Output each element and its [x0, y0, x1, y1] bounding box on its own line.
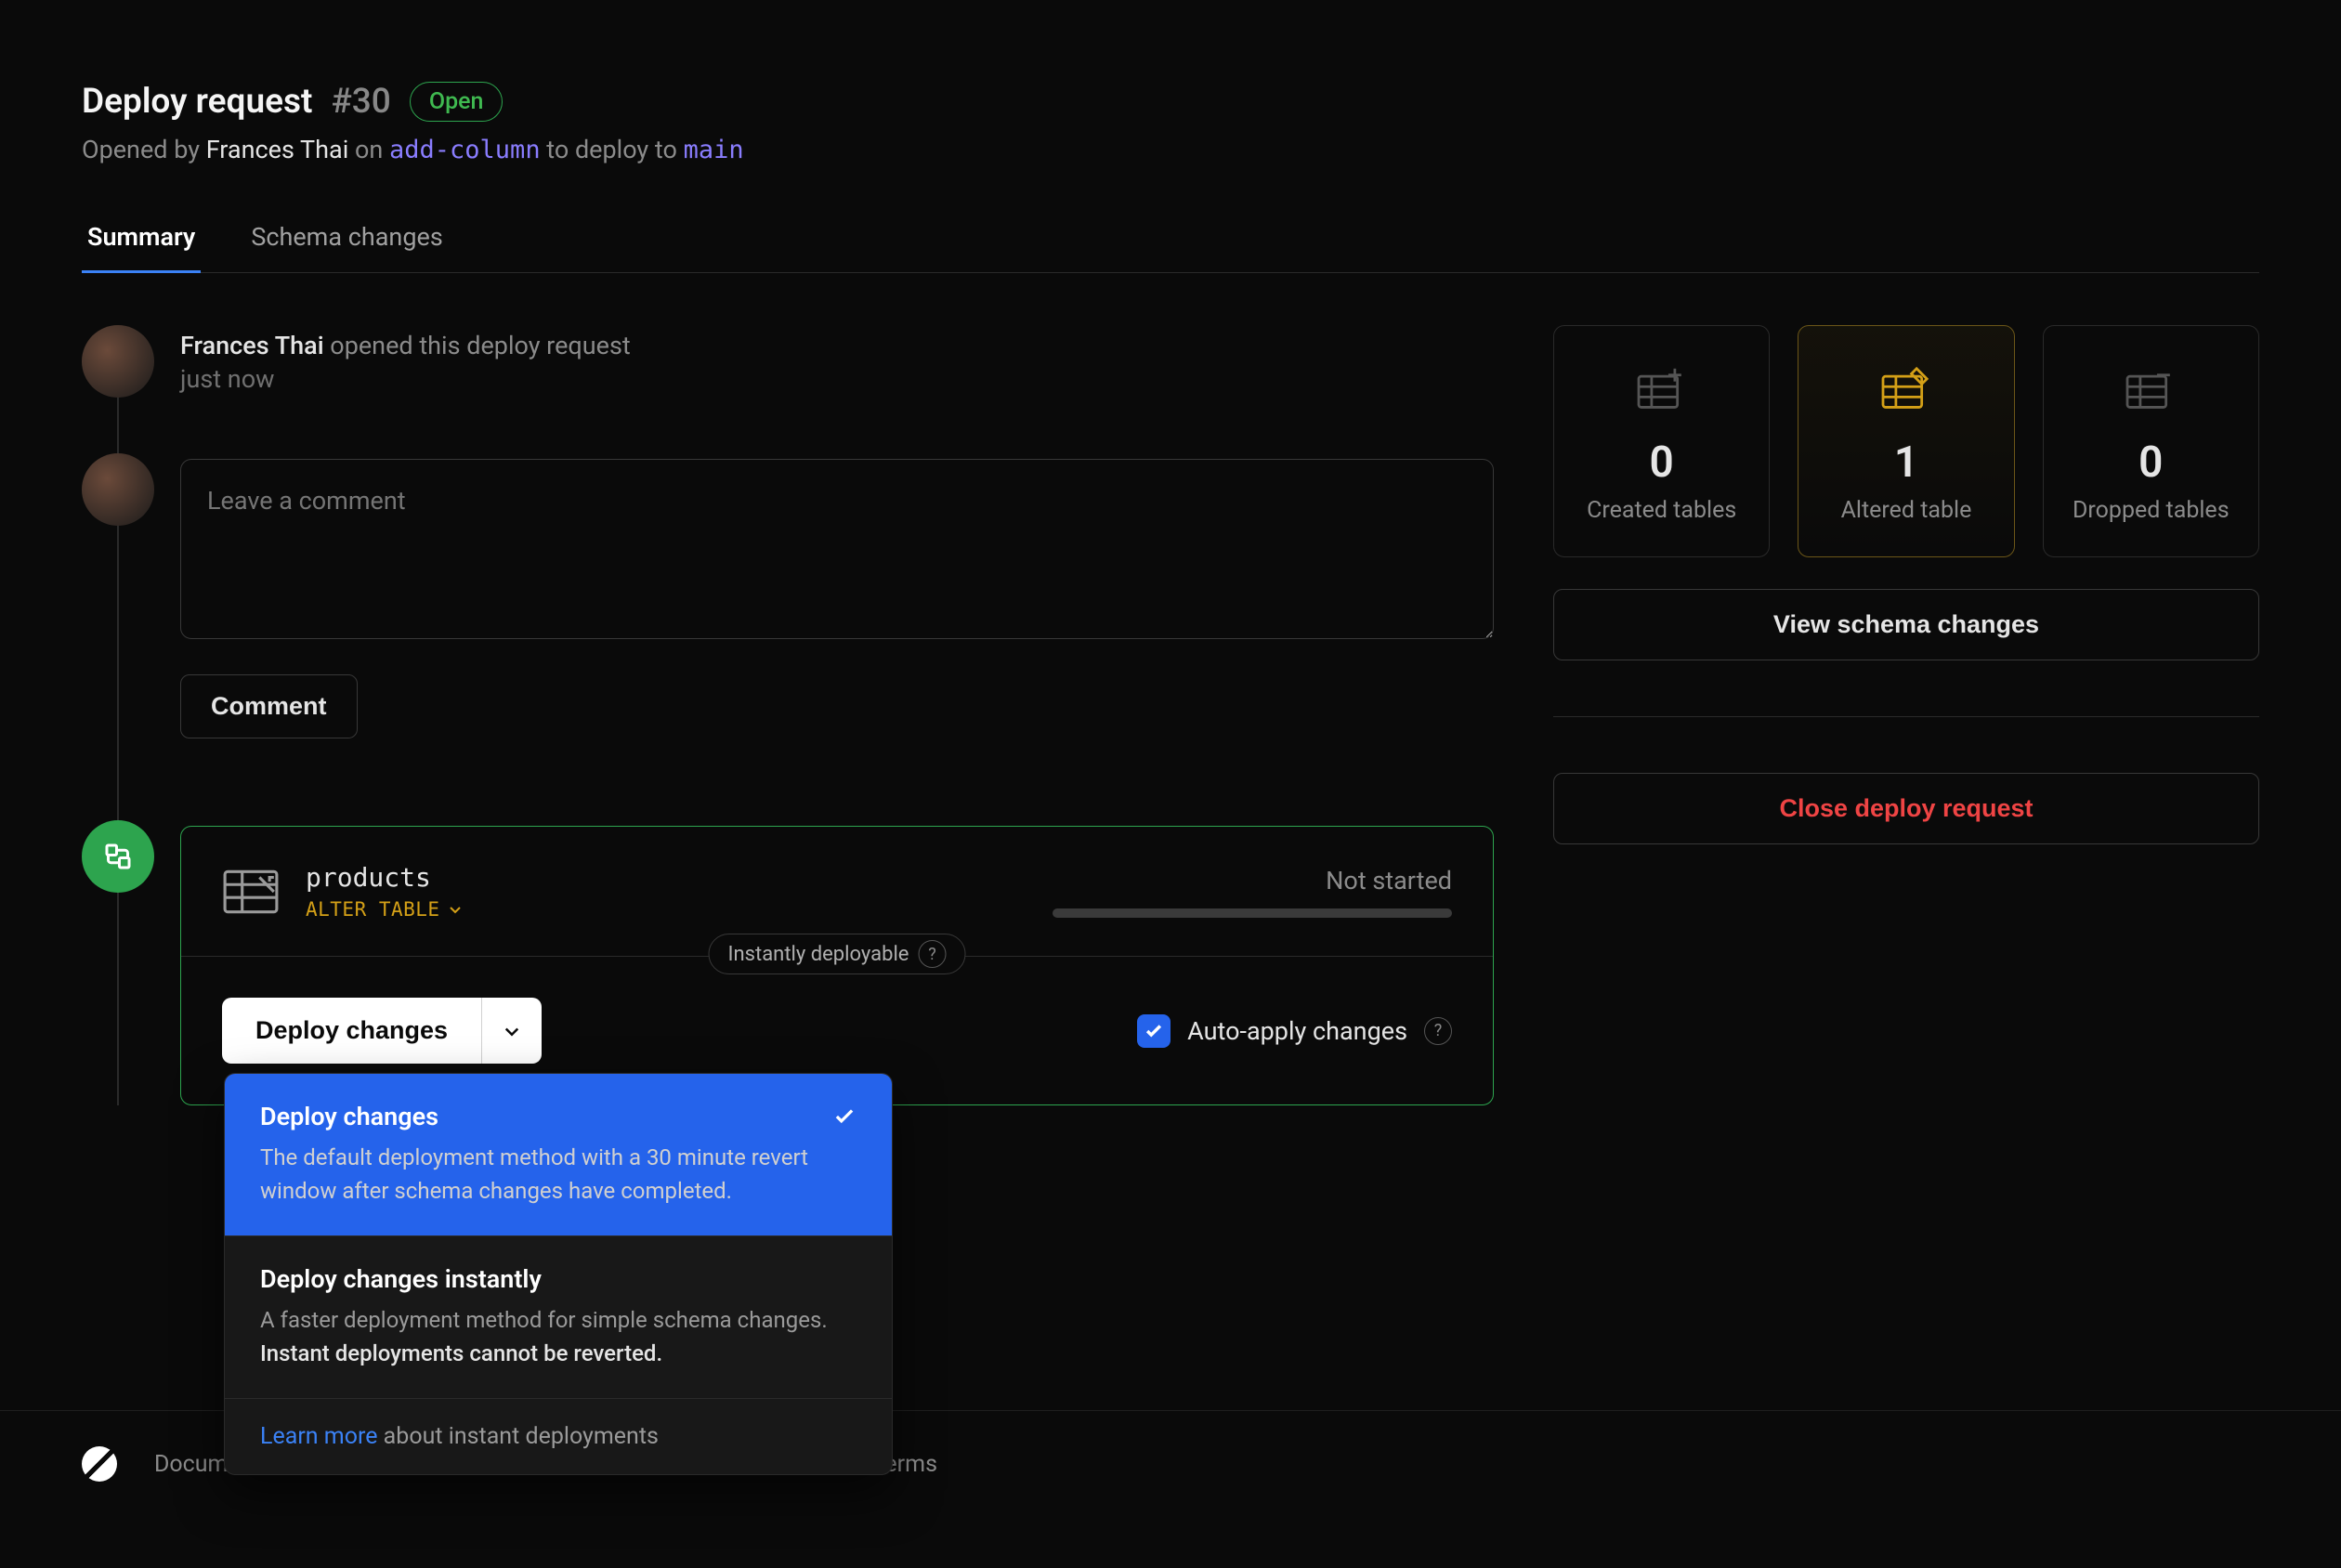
auto-apply-row: Auto-apply changes ? [1137, 1014, 1452, 1048]
on-text: on [348, 135, 389, 164]
check-icon [832, 1104, 857, 1129]
event-author: Frances Thai [180, 331, 324, 360]
comment-input[interactable] [180, 459, 1494, 639]
stat-label: Dropped tables [2062, 495, 2240, 527]
event-title: Frances Thai opened this deploy request [180, 331, 1494, 360]
close-deploy-request-button[interactable]: Close deploy request [1553, 773, 2259, 844]
help-icon[interactable]: ? [1424, 1017, 1452, 1045]
option-desc-a: A faster deployment method for simple sc… [260, 1307, 828, 1333]
dropdown-option-instant[interactable]: Deploy changes instantly A faster deploy… [225, 1236, 892, 1399]
dropdown-footer-rest: about instant deployments [377, 1423, 658, 1450]
stat-number: 1 [1817, 438, 1994, 488]
deploy-split-button: Deploy changes [222, 998, 542, 1064]
event-suffix: opened this deploy request [324, 331, 631, 360]
stat-dropped-tables[interactable]: 0 Dropped tables [2043, 325, 2259, 557]
view-schema-changes-button[interactable]: View schema changes [1553, 589, 2259, 660]
table-name: products [306, 862, 463, 893]
deploy-status-text: Not started [1053, 866, 1452, 895]
tab-bar: Summary Schema changes [82, 202, 2259, 273]
option-desc-b: Instant deployments cannot be reverted. [260, 1340, 662, 1366]
stat-label: Created tables [1573, 495, 1750, 527]
stat-altered-tables[interactable]: 1 Altered table [1798, 325, 2014, 557]
alter-table-label[interactable]: ALTER TABLE [306, 898, 463, 921]
auto-apply-label: Auto-apply changes [1187, 1016, 1407, 1046]
tab-schema-changes[interactable]: Schema changes [245, 202, 448, 272]
alter-table-icon [222, 865, 280, 919]
instant-badge-text: Instantly deployable [728, 943, 909, 966]
dropdown-footer: Learn more about instant deployments [225, 1399, 892, 1474]
stats-row: 0 Created tables 1 Altered ta [1553, 325, 2259, 557]
stat-label: Altered table [1817, 495, 1994, 527]
option-title: Deploy changes instantly [260, 1264, 542, 1294]
deploy-changes-button[interactable]: Deploy changes [222, 998, 481, 1064]
instant-deployable-badge: Instantly deployable ? [709, 934, 966, 974]
stat-number: 0 [1573, 438, 1750, 488]
page-header: Deploy request #30 Open Opened by France… [82, 82, 2259, 164]
request-number: #30 [331, 82, 390, 122]
logo-icon[interactable] [82, 1446, 117, 1482]
deploy-card: products ALTER TABLE Not started [180, 826, 1494, 1105]
avatar [82, 453, 154, 526]
target-branch-link[interactable]: main [684, 136, 744, 164]
page-title: Deploy request [82, 82, 312, 122]
stat-number: 0 [2062, 438, 2240, 488]
auto-apply-checkbox[interactable] [1137, 1014, 1170, 1048]
source-branch-link[interactable]: add-column [389, 136, 541, 164]
dropdown-option-default[interactable]: Deploy changes The default deployment me… [225, 1074, 892, 1236]
deploy-badge-icon [82, 820, 154, 893]
deploy-to-text: to deploy to [541, 135, 684, 164]
subtitle: Opened by Frances Thai on add-column to … [82, 135, 2259, 164]
tab-summary[interactable]: Summary [82, 202, 201, 272]
table-remove-icon [2062, 361, 2240, 417]
table-edit-icon [1817, 361, 1994, 417]
stat-created-tables[interactable]: 0 Created tables [1553, 325, 1770, 557]
avatar [82, 325, 154, 398]
comment-button[interactable]: Comment [180, 674, 358, 738]
chevron-down-icon [448, 902, 463, 917]
chevron-down-icon [503, 1022, 521, 1040]
option-description: A faster deployment method for simple sc… [260, 1303, 857, 1370]
option-title: Deploy changes [260, 1102, 438, 1131]
learn-more-link[interactable]: Learn more [260, 1423, 377, 1450]
table-add-icon [1573, 361, 1750, 417]
deploy-options-dropdown: Deploy changes The default deployment me… [224, 1073, 893, 1475]
opened-by-prefix: Opened by [82, 135, 206, 164]
event-time: just now [180, 364, 1494, 394]
alter-label-text: ALTER TABLE [306, 898, 440, 921]
progress-bar [1053, 908, 1452, 918]
status-badge: Open [410, 82, 504, 122]
option-description: The default deployment method with a 30 … [260, 1141, 857, 1208]
author-name: Frances Thai [206, 135, 349, 164]
deploy-options-caret[interactable] [481, 998, 542, 1064]
help-icon[interactable]: ? [918, 940, 946, 968]
check-icon [1144, 1021, 1164, 1041]
divider [1553, 716, 2259, 717]
